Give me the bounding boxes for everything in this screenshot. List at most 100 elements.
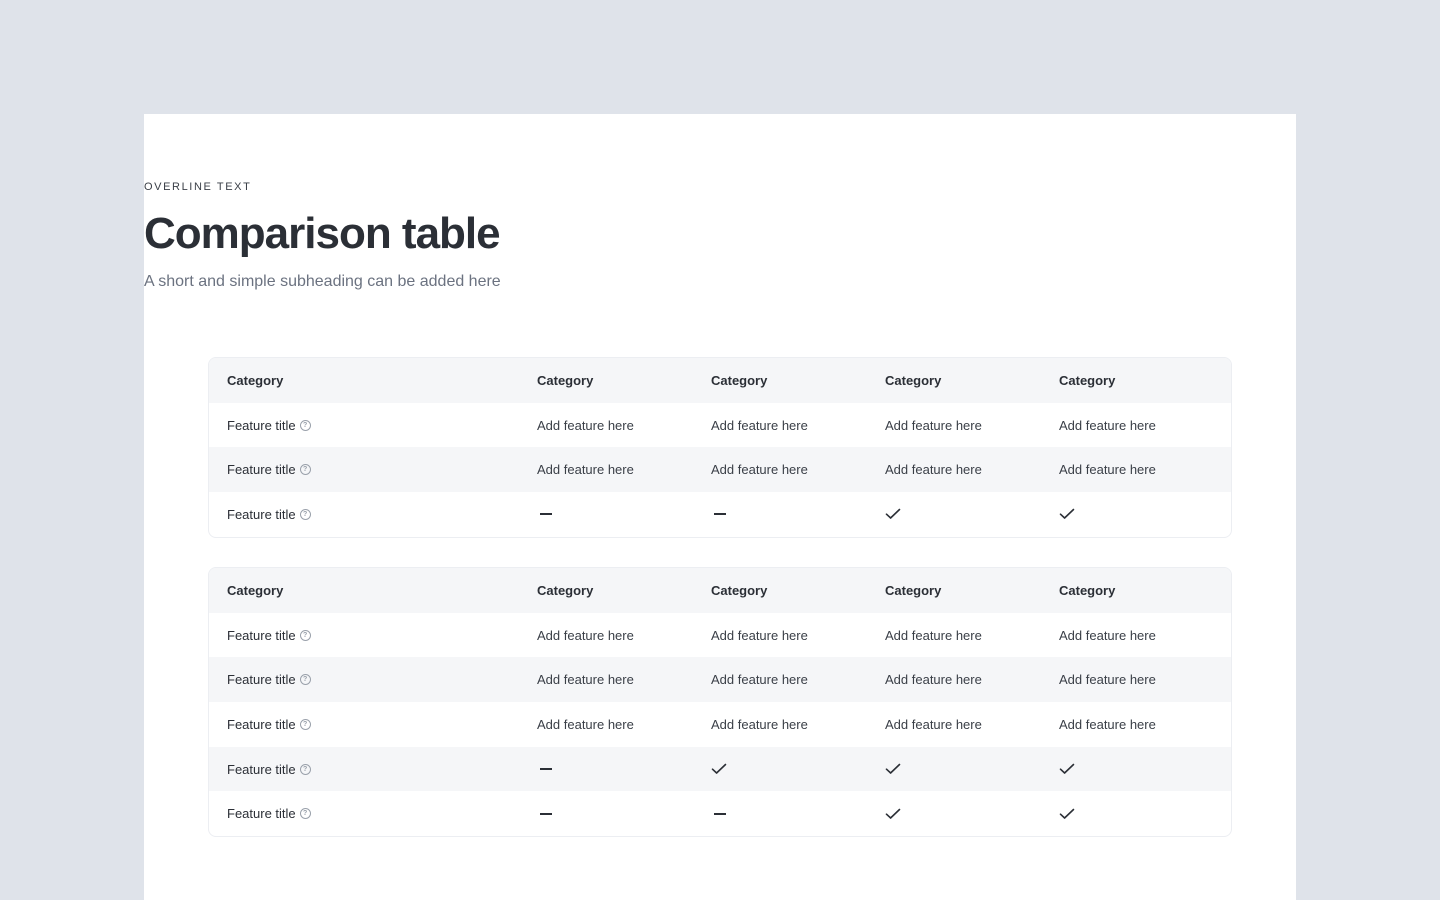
feature-value-cell: Add feature here (537, 672, 711, 687)
feature-value: Add feature here (885, 462, 982, 478)
feature-value: Add feature here (1059, 627, 1156, 643)
feature-title: Feature title (227, 627, 296, 643)
overline-text: OVERLINE TEXT (144, 181, 252, 193)
feature-value-cell: Add feature here (885, 628, 1059, 643)
feature-value-cell (885, 763, 1059, 775)
feature-value-cell: Add feature here (1059, 462, 1231, 478)
feature-value: Add feature here (537, 417, 634, 433)
feature-value: Add feature here (885, 417, 982, 433)
question-circle-icon[interactable]: ? (299, 763, 311, 775)
feature-title: Feature title (227, 462, 296, 478)
feature-value-cell: Add feature here (885, 672, 1059, 687)
feature-value-cell: Add feature here (537, 628, 711, 643)
dash-icon (540, 768, 552, 771)
table-row: Feature title? Add feature here Add featur… (209, 702, 1231, 747)
column-header: Category (711, 373, 885, 388)
question-circle-icon[interactable]: ? (299, 718, 311, 730)
feature-value-cell (711, 763, 885, 775)
comparison-card: OVERLINE TEXT Comparison table A short a… (144, 114, 1296, 900)
dash-icon (540, 812, 552, 815)
feature-value: Add feature here (885, 627, 982, 643)
column-header: Category (885, 373, 1059, 388)
column-header-label: Category (1059, 372, 1116, 388)
column-header: Category (1059, 372, 1231, 388)
question-circle-icon[interactable]: ? (299, 464, 311, 476)
table-row: Feature title? (209, 492, 1231, 537)
feature-value: Add feature here (1059, 716, 1156, 732)
question-circle-icon[interactable]: ? (299, 674, 311, 686)
table-row: Feature title? Add feature here Add featur… (209, 403, 1231, 448)
feature-cell: Feature title? (209, 507, 537, 522)
feature-value: Add feature here (711, 417, 808, 433)
feature-cell: Feature title? (209, 717, 537, 732)
column-header: Category (711, 583, 885, 598)
column-header: Category (537, 373, 711, 388)
feature-cell: Feature title? (209, 806, 537, 821)
check-icon (1059, 508, 1075, 520)
check-icon (885, 508, 901, 520)
feature-title: Feature title (227, 506, 296, 522)
feature-value-cell (1059, 808, 1231, 820)
feature-value: Add feature here (711, 716, 808, 732)
column-header-label: Category (227, 582, 284, 598)
check-icon (1059, 808, 1075, 820)
feature-value-cell: Add feature here (885, 717, 1059, 732)
feature-value: Add feature here (537, 627, 634, 643)
column-header: Category (885, 583, 1059, 598)
page-title: Comparison table (144, 209, 501, 258)
feature-value-cell (537, 812, 711, 815)
feature-value: Add feature here (537, 462, 634, 478)
dash-icon (714, 513, 726, 516)
feature-title: Feature title (227, 806, 296, 822)
feature-value-cell: Add feature here (711, 462, 885, 477)
feature-value: Add feature here (1059, 417, 1156, 433)
check-icon (885, 808, 901, 820)
column-header-label: Category (537, 582, 594, 598)
table-row: Feature title? Add feature here Add featur… (209, 447, 1231, 493)
feature-title: Feature title (227, 761, 296, 777)
feature-value-cell: Add feature here (1059, 672, 1231, 688)
column-header-label: Category (227, 372, 284, 388)
question-circle-icon[interactable]: ? (299, 808, 311, 820)
feature-title: Feature title (227, 417, 296, 433)
question-circle-icon[interactable]: ? (299, 419, 311, 431)
feature-value-cell (885, 508, 1059, 520)
table-row: Feature title? (209, 791, 1231, 836)
feature-value-cell: Add feature here (711, 418, 885, 433)
feature-title: Feature title (227, 716, 296, 732)
column-header-label: Category (537, 372, 594, 388)
column-header-label: Category (885, 582, 942, 598)
feature-value: Add feature here (1059, 672, 1156, 688)
dash-icon (540, 513, 552, 516)
feature-value-cell: Add feature here (885, 462, 1059, 477)
feature-value: Add feature here (885, 716, 982, 732)
feature-value-cell: Add feature here (537, 462, 711, 477)
page-subtitle: A short and simple subheading can be add… (144, 273, 501, 290)
feature-value-cell: Add feature here (537, 717, 711, 732)
feature-value-cell: Add feature here (885, 418, 1059, 433)
feature-value-cell (537, 768, 711, 771)
table-row: Feature title? (209, 746, 1231, 792)
question-circle-icon[interactable]: ? (299, 508, 311, 520)
table-header-row: Category Category Category Category Category (209, 568, 1231, 613)
feature-value-cell: Add feature here (537, 418, 711, 433)
feature-value-cell: Add feature here (1059, 417, 1231, 433)
comparison-table-2: Category Category Category Category Category… (208, 567, 1232, 838)
table-header-row: Category Category Category Category Category (209, 358, 1231, 403)
feature-value-cell: Add feature here (711, 628, 885, 643)
feature-value: Add feature here (711, 462, 808, 478)
feature-value-cell (711, 513, 885, 516)
question-circle-icon[interactable]: ? (299, 629, 311, 641)
feature-value: Add feature here (711, 627, 808, 643)
feature-cell: Feature title? (209, 762, 537, 777)
feature-value-cell (711, 812, 885, 815)
feature-cell: Feature title? (209, 672, 537, 687)
feature-value: Add feature here (711, 672, 808, 688)
column-header-label: Category (885, 372, 942, 388)
column-header-label: Category (1059, 582, 1116, 598)
column-header: Category (209, 583, 537, 598)
feature-cell: Feature title? (209, 628, 537, 643)
feature-value: Add feature here (1059, 462, 1156, 478)
feature-value: Add feature here (537, 672, 634, 688)
feature-value: Add feature here (885, 672, 982, 688)
